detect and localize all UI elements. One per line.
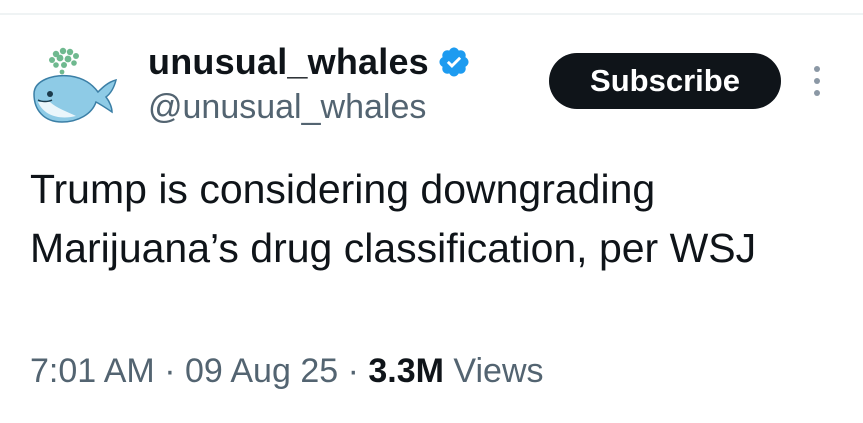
subscribe-button[interactable]: Subscribe: [549, 53, 781, 109]
tweet-metadata: 7:01 AM · 09 Aug 25 · 3.3M Views: [30, 352, 544, 391]
avatar[interactable]: [26, 42, 122, 132]
meta-separator: ·: [347, 352, 359, 390]
meta-separator: ·: [164, 352, 176, 390]
views-count: 3.3M: [368, 352, 444, 390]
tweet-time[interactable]: 7:01 AM: [30, 352, 155, 390]
tweet-text: Trump is considering downgrading Marijua…: [30, 166, 757, 271]
top-divider: [0, 13, 863, 15]
author-handle[interactable]: @unusual_whales: [148, 88, 426, 127]
verified-badge-icon[interactable]: [437, 45, 471, 79]
more-vertical-icon[interactable]: [806, 61, 828, 101]
views-label: Views: [453, 352, 544, 390]
author-display-name[interactable]: unusual_whales: [148, 41, 429, 83]
whale-icon: [33, 47, 118, 123]
author-name-row: unusual_whales: [148, 40, 471, 84]
tweet-date[interactable]: 09 Aug 25: [185, 352, 338, 390]
